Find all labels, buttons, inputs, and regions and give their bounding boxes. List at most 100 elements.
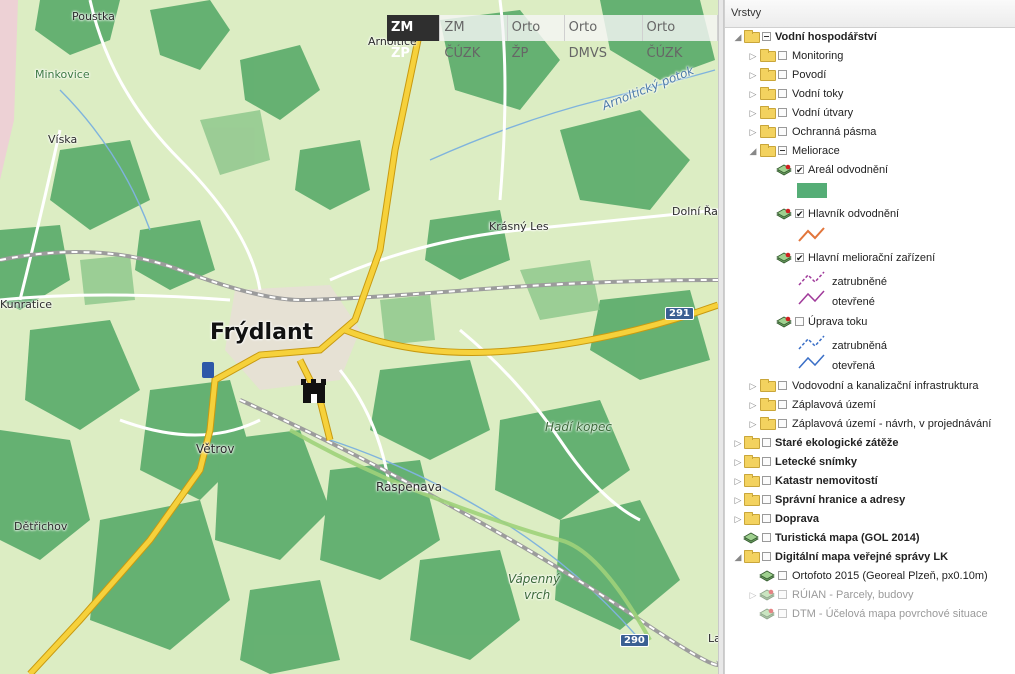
expand-arrow-icon[interactable]: ▷ [748, 85, 758, 103]
layer-checkbox[interactable]: ✔ [795, 253, 804, 263]
tree-label: Správní hranice a adresy [775, 494, 906, 506]
expand-arrow-icon[interactable]: ▷ [733, 453, 743, 471]
tree-node-katastr[interactable]: ▷ Katastr nemovitostí [725, 472, 1015, 490]
layer-checkbox[interactable] [762, 438, 771, 447]
tree-label: Ortofoto 2015 (Georeal Plzeň, px0.10m) [792, 570, 988, 582]
tree-node-uprava-toku[interactable]: Úprava toku [725, 313, 1015, 331]
tree-node-letecke-snimky[interactable]: ▷ Letecké snímky [725, 453, 1015, 471]
legend-line-zatrubnena [798, 335, 825, 350]
expand-arrow-icon[interactable]: ▷ [733, 491, 743, 509]
layer-checkbox[interactable] [762, 495, 771, 504]
legend-label-otevrene: otevřené [832, 296, 875, 308]
legend-label-zatrubnene: zatrubněné [832, 276, 888, 288]
layer-checkbox[interactable] [762, 533, 771, 542]
legend-line-hlavnik [798, 227, 825, 242]
map-label-vrch: vrch [524, 588, 551, 602]
expand-arrow-icon[interactable]: ▷ [733, 510, 743, 528]
base-layer-zm-zp[interactable]: ZM ŽP [387, 15, 441, 61]
tree-node-areal-odvodneni[interactable]: ✔ Areál odvodnění [725, 161, 1015, 179]
tree-node-povodi[interactable]: ▷ Povodí [725, 66, 1015, 84]
tree-node-meliorace[interactable]: ◢ Meliorace [725, 142, 1015, 160]
tree-node-ochranna-pasma[interactable]: ▷ Ochranná pásma [725, 123, 1015, 141]
layer-checkbox[interactable] [762, 32, 771, 41]
tree-node-vodni-toky[interactable]: ▷ Vodní toky [725, 85, 1015, 103]
expand-arrow-icon[interactable]: ▷ [748, 47, 758, 65]
layer-checkbox[interactable] [778, 571, 787, 580]
layer-checkbox[interactable] [778, 609, 787, 618]
layer-stack-icon [743, 532, 759, 544]
tree-label: Katastr nemovitostí [775, 475, 878, 487]
tree-node-zaplavova[interactable]: ▷ Záplavová území [725, 396, 1015, 414]
tree-node-vodovodni[interactable]: ▷ Vodovodní a kanalizační infrastruktura [725, 377, 1015, 395]
tree-label: Areál odvodnění [808, 164, 889, 176]
tree-node-turisticka-mapa[interactable]: Turistická mapa (GOL 2014) [725, 529, 1015, 547]
tree-label: Vodní toky [792, 88, 844, 100]
tree-node-hlavni-melioracni-zarizeni[interactable]: ✔ Hlavní meliorační zařízení [725, 249, 1015, 267]
road-shield-291: 291 [665, 307, 694, 320]
tree-node-vodni-hospodarstvi[interactable]: ◢ Vodní hospodářství [725, 28, 1015, 46]
tree-node-doprava[interactable]: ▷ Doprava [725, 510, 1015, 528]
map-label-la: La [708, 632, 718, 645]
folder-icon [744, 550, 760, 563]
base-layer-orto-zp[interactable]: Orto ŽP [507, 15, 565, 61]
layer-checkbox[interactable] [778, 108, 787, 117]
map-label-krasny-les: Krásný Les [489, 220, 549, 233]
layer-checkbox[interactable]: ✔ [795, 209, 804, 219]
legend-line-otevrena [798, 354, 825, 369]
layer-checkbox[interactable] [778, 590, 787, 599]
wms-layer-icon [759, 589, 775, 601]
tree-label: Letecké snímky [775, 456, 857, 468]
tree-node-monitoring[interactable]: ▷ Monitoring [725, 47, 1015, 65]
expand-arrow-icon[interactable]: ▷ [733, 434, 743, 452]
collapse-arrow-icon[interactable]: ◢ [733, 548, 743, 566]
tree-node-spravni-hranice[interactable]: ▷ Správní hranice a adresy [725, 491, 1015, 509]
layer-stack-icon [759, 570, 775, 582]
tree-label: RÚIAN - Parcely, budovy [792, 589, 914, 601]
expand-arrow-icon[interactable]: ▷ [748, 396, 758, 414]
legend-swatch-areal [797, 183, 827, 198]
expand-arrow-icon[interactable]: ▷ [748, 66, 758, 84]
collapse-arrow-icon[interactable]: ◢ [733, 28, 743, 46]
wms-layer-icon [776, 252, 792, 264]
tree-node-vodni-utvary[interactable]: ▷ Vodní útvary [725, 104, 1015, 122]
tree-node-digitalni-mapa[interactable]: ◢ Digitální mapa veřejné správy LK [725, 548, 1015, 566]
expand-arrow-icon[interactable]: ▷ [748, 104, 758, 122]
layer-checkbox[interactable] [778, 70, 787, 79]
expand-arrow-icon[interactable]: ▷ [748, 123, 758, 141]
tree-node-zaplavova-navrh[interactable]: ▷ Záplavová území - návrh, v projednáván… [725, 415, 1015, 433]
expand-arrow-icon[interactable]: ▷ [748, 415, 758, 433]
layer-checkbox[interactable] [762, 514, 771, 523]
expand-arrow-icon[interactable]: ▷ [733, 472, 743, 490]
layer-checkbox[interactable] [778, 419, 787, 428]
map-label-vetrov: Větrov [196, 442, 235, 456]
layer-checkbox[interactable] [778, 127, 787, 136]
map-view[interactable]: Poustka Minkovice Víska Arnoltice Frýdla… [0, 0, 718, 674]
layer-checkbox[interactable] [778, 89, 787, 98]
layer-checkbox[interactable] [762, 552, 771, 561]
layer-checkbox[interactable] [762, 476, 771, 485]
base-layer-zm-cuzk[interactable]: ZM ČÚZK [440, 15, 508, 61]
layer-checkbox[interactable] [778, 381, 787, 390]
layer-tree-panel: Vrstvy ◢ Vodní hospodářství ▷ Monitoring… [724, 0, 1015, 674]
layer-checkbox[interactable] [778, 146, 787, 155]
tree-node-ortofoto[interactable]: Ortofoto 2015 (Georeal Plzeň, px0.10m) [725, 567, 1015, 585]
collapse-arrow-icon[interactable]: ◢ [748, 142, 758, 160]
layer-checkbox[interactable] [795, 317, 804, 326]
base-layer-orto-cuzk[interactable]: Orto ČÚZK [642, 15, 718, 61]
layer-checkbox[interactable] [778, 400, 787, 409]
tree-node-ruian[interactable]: ▷ RÚIAN - Parcely, budovy [725, 586, 1015, 604]
legend-line-otevrene [798, 290, 825, 305]
map-label-poustka: Poustka [72, 10, 115, 23]
legend-fill [797, 183, 827, 198]
tree-label: DTM - Účelová mapa povrchové situace [792, 608, 988, 620]
wms-layer-icon [759, 608, 775, 620]
layer-checkbox[interactable]: ✔ [795, 165, 804, 175]
expand-arrow-icon[interactable]: ▷ [748, 377, 758, 395]
base-layer-orto-dmvs[interactable]: Orto DMVS [564, 15, 643, 61]
tree-node-hlavnik-odvodneni[interactable]: ✔ Hlavník odvodnění [725, 205, 1015, 223]
expand-arrow-icon[interactable]: ▷ [748, 586, 758, 604]
layer-checkbox[interactable] [778, 51, 787, 60]
tree-node-stare-ekologicke[interactable]: ▷ Staré ekologické zátěže [725, 434, 1015, 452]
tree-node-dtm[interactable]: DTM - Účelová mapa povrchové situace [725, 605, 1015, 623]
layer-checkbox[interactable] [762, 457, 771, 466]
